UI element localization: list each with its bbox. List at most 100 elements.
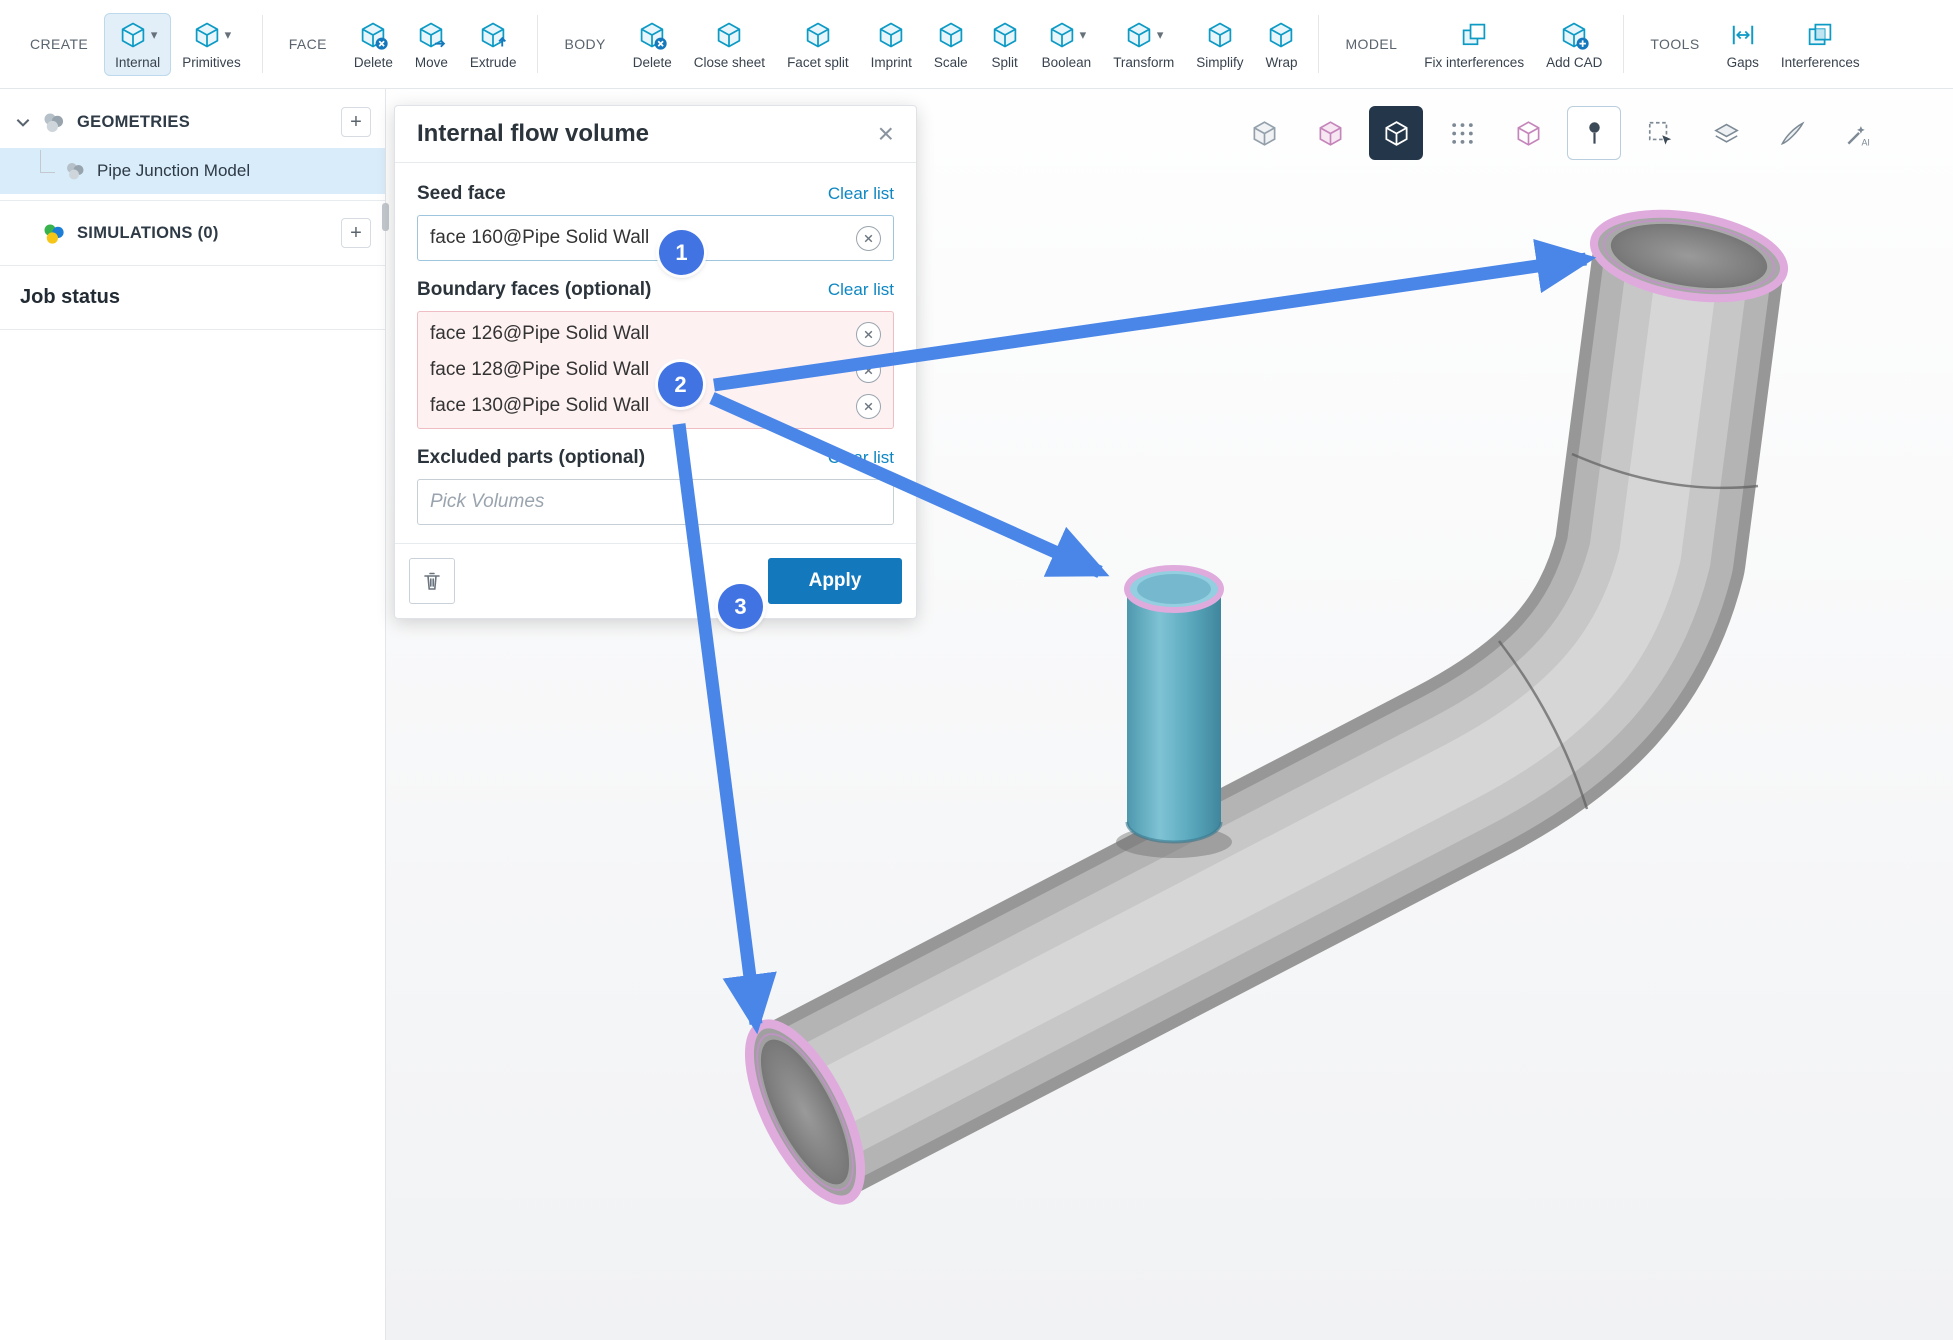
list-item[interactable]: face 130@Pipe Solid Wall	[418, 388, 893, 424]
branch-cylinder[interactable]	[1116, 568, 1232, 858]
split-button[interactable]: Split	[979, 13, 1031, 76]
boolean-button[interactable]: ▾ Boolean	[1031, 13, 1103, 76]
wrap-button[interactable]: Wrap	[1254, 13, 1308, 76]
facet-split-button[interactable]: Facet split	[776, 13, 860, 76]
remove-boundary-face-button[interactable]	[856, 322, 881, 347]
interferences-button[interactable]: Interferences	[1770, 13, 1871, 76]
annotation-badge-2: 2	[658, 362, 703, 407]
group-label-model: MODEL	[1345, 36, 1397, 52]
chevron-down-icon[interactable]	[14, 113, 32, 131]
chevron-down-icon[interactable]: ▾	[151, 28, 158, 41]
seed-face-value: face 160@Pipe Solid Wall	[430, 227, 856, 249]
top-toolbar: CREATE ▾ Internal ▾ Primitives FACE Dele…	[0, 0, 1953, 89]
internal-button[interactable]: ▾ Internal	[104, 13, 171, 76]
section-cut-button[interactable]	[1765, 106, 1819, 160]
scale-button[interactable]: Scale	[923, 13, 979, 76]
face-delete-button[interactable]: Delete	[343, 13, 404, 76]
excluded-parts-input[interactable]	[417, 479, 894, 525]
cube-move-icon	[416, 20, 446, 50]
svg-text:AI: AI	[1861, 137, 1869, 147]
simulations-row[interactable]: SIMULATIONS (0) +	[0, 207, 385, 259]
seed-face-input[interactable]: face 160@Pipe Solid Wall	[417, 215, 894, 261]
primitives-button[interactable]: ▾ Primitives	[171, 13, 252, 76]
geometries-row[interactable]: GEOMETRIES +	[0, 96, 385, 148]
close-sheet-button[interactable]: Close sheet	[683, 13, 776, 76]
wrap-label: Wrap	[1265, 55, 1297, 70]
list-item[interactable]: face 126@Pipe Solid Wall	[418, 316, 893, 352]
wireframe-view-button[interactable]	[1501, 106, 1555, 160]
body-delete-label: Delete	[633, 55, 672, 70]
face-extrude-button[interactable]: Extrude	[459, 13, 528, 76]
face-extrude-label: Extrude	[470, 55, 517, 70]
transform-button[interactable]: ▾ Transform	[1102, 13, 1185, 76]
pin-icon	[1579, 118, 1610, 149]
remove-boundary-face-button[interactable]	[856, 358, 881, 383]
close-icon[interactable]: ×	[878, 120, 894, 148]
pink-outline-cube-icon	[1513, 118, 1544, 149]
chevron-down-icon[interactable]: ▾	[1080, 28, 1087, 41]
cube-extrude-icon	[478, 20, 508, 50]
job-status-section[interactable]: Job status	[0, 272, 385, 323]
list-item[interactable]: face 128@Pipe Solid Wall	[418, 352, 893, 388]
fix-interferences-button[interactable]: Fix interferences	[1413, 13, 1535, 76]
ai-wand-button[interactable]: AI	[1831, 106, 1885, 160]
clear-seed-face-link[interactable]: Clear list	[828, 184, 894, 204]
add-cad-button[interactable]: Add CAD	[1535, 13, 1613, 76]
simplify-button[interactable]: Simplify	[1185, 13, 1254, 76]
gaps-label: Gaps	[1727, 55, 1759, 70]
box-select-button[interactable]	[1633, 106, 1687, 160]
face-move-button[interactable]: Move	[404, 13, 459, 76]
sidebar-resize-handle[interactable]	[382, 203, 389, 231]
magic-wand-ai-icon: AI	[1843, 118, 1874, 149]
simplify-label: Simplify	[1196, 55, 1243, 70]
tree-connector	[40, 150, 55, 173]
vertices-view-button[interactable]	[1435, 106, 1489, 160]
annotation-badge-1: 1	[659, 230, 704, 275]
primitives-cube-icon	[192, 20, 222, 50]
sidebar-item-pipe-junction-model[interactable]: Pipe Junction Model	[0, 148, 385, 194]
imprint-button[interactable]: Imprint	[860, 13, 923, 76]
clear-boundary-faces-link[interactable]: Clear list	[828, 280, 894, 300]
dialog-footer: Apply	[395, 543, 916, 618]
probe-tool-button[interactable]	[1567, 106, 1621, 160]
boundary-face-value: face 128@Pipe Solid Wall	[430, 359, 856, 381]
view-transparent-cube-button[interactable]	[1237, 106, 1291, 160]
cube-close-sheet-icon	[714, 20, 744, 50]
scale-label: Scale	[934, 55, 968, 70]
add-geometry-button[interactable]: +	[341, 107, 371, 137]
add-cad-label: Add CAD	[1546, 55, 1602, 70]
cube-boolean-icon	[1047, 20, 1077, 50]
job-status-label: Job status	[20, 286, 120, 308]
add-simulation-button[interactable]: +	[341, 218, 371, 248]
pink-cube-icon	[1315, 118, 1346, 149]
group-label-body: BODY	[564, 36, 605, 52]
close-icon	[863, 401, 874, 412]
app-root: CREATE ▾ Internal ▾ Primitives FACE Dele…	[0, 0, 1953, 1340]
remove-boundary-face-button[interactable]	[856, 394, 881, 419]
boolean-label: Boolean	[1042, 55, 1092, 70]
gaps-button[interactable]: Gaps	[1716, 13, 1770, 76]
chevron-down-icon[interactable]: ▾	[1157, 28, 1164, 41]
viewport-toolbar: AI	[1237, 106, 1885, 160]
primitives-label: Primitives	[182, 55, 241, 70]
dialog-title: Internal flow volume	[417, 120, 649, 148]
internal-label: Internal	[115, 55, 160, 70]
cube-delete-icon	[358, 20, 388, 50]
highlight-faces-button[interactable]	[1303, 106, 1357, 160]
toolbar-divider	[1318, 15, 1319, 73]
transform-label: Transform	[1113, 55, 1174, 70]
face-move-label: Move	[415, 55, 448, 70]
pipe-junction-model-label: Pipe Junction Model	[97, 161, 250, 181]
body-delete-button[interactable]: Delete	[622, 13, 683, 76]
clear-excluded-parts-link[interactable]: Clear list	[828, 448, 894, 468]
seed-face-label: Seed face	[417, 183, 506, 205]
dialog-body: Seed face Clear list face 160@Pipe Solid…	[395, 163, 916, 525]
solid-view-button[interactable]	[1369, 106, 1423, 160]
apply-button[interactable]: Apply	[768, 558, 902, 604]
chevron-down-icon[interactable]: ▾	[225, 28, 232, 41]
remove-seed-face-button[interactable]	[856, 226, 881, 251]
layers-icon	[1711, 118, 1742, 149]
layers-button[interactable]	[1699, 106, 1753, 160]
delete-operation-button[interactable]	[409, 558, 455, 604]
transparent-cube-icon	[1249, 118, 1280, 149]
